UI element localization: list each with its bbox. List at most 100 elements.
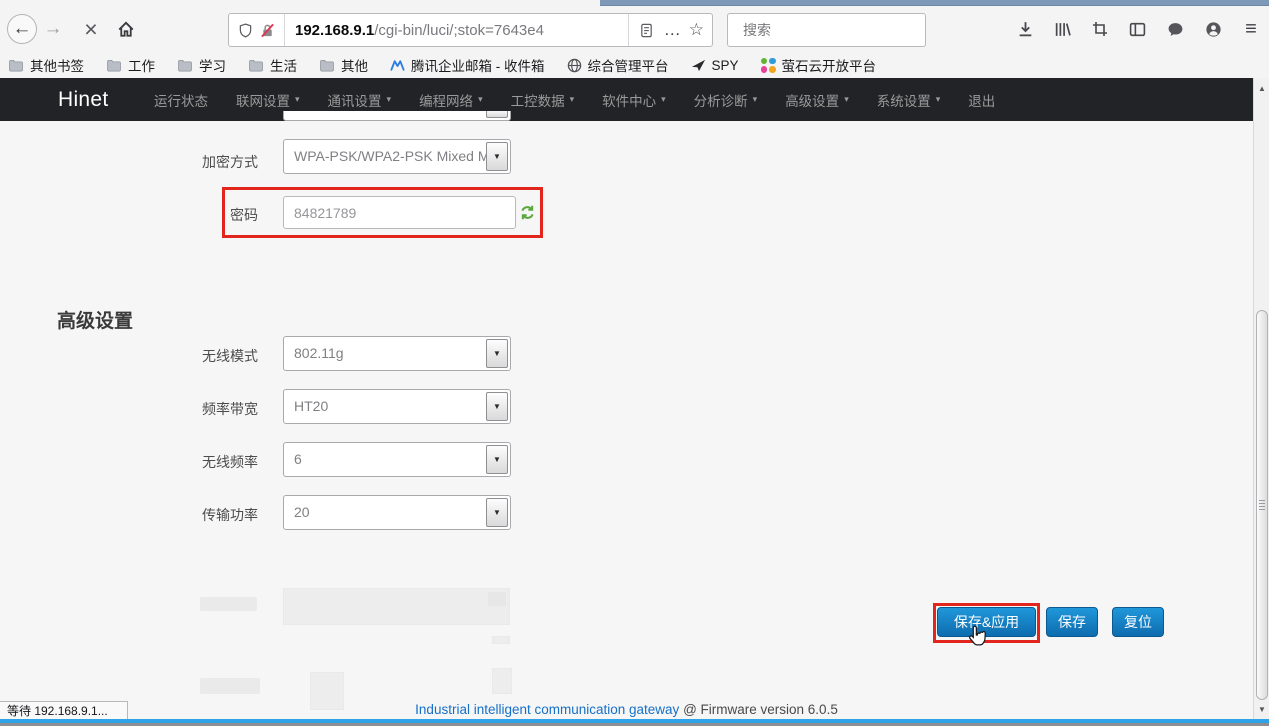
nav-item-status[interactable]: 运行状态 xyxy=(140,90,222,110)
crop-icon xyxy=(1092,21,1108,37)
dropdown-arrow-icon: ▼ xyxy=(493,403,501,411)
site-identity-box[interactable] xyxy=(229,14,285,46)
library-button[interactable] xyxy=(1050,16,1076,42)
download-icon xyxy=(1017,21,1034,38)
brand-logo[interactable]: Hinet xyxy=(58,78,109,121)
footer-firmware-text: @ Firmware version 6.0.5 xyxy=(683,702,838,717)
bookmark-folder-life[interactable]: 生活 xyxy=(248,55,297,75)
nav-item-logout[interactable]: 退出 xyxy=(954,90,1009,110)
nav-item-industrial-data[interactable]: 工控数据▾ xyxy=(497,90,589,110)
generate-password-button[interactable] xyxy=(519,204,536,226)
select-arrow-button[interactable]: ▼ xyxy=(486,498,508,527)
messages-button[interactable] xyxy=(1163,16,1189,42)
bandwidth-label: 频率带宽 xyxy=(138,399,258,419)
nav-item-system-settings[interactable]: 系统设置▾ xyxy=(863,90,955,110)
menu-button[interactable]: ≡ xyxy=(1238,16,1264,42)
scrollbar-thumb[interactable] xyxy=(1256,310,1268,700)
ghost-label xyxy=(200,678,260,694)
search-bar[interactable] xyxy=(727,13,926,47)
url-host: 192.168.9.1 xyxy=(295,22,374,39)
scroll-up-arrow[interactable]: ▲ xyxy=(1254,81,1269,95)
nav-item-software-center[interactable]: 软件中心▾ xyxy=(588,90,680,110)
globe-icon xyxy=(567,58,582,73)
url-text[interactable]: 192.168.9.1/cgi-bin/luci/;stok=7643e4 xyxy=(285,22,628,39)
url-path: /cgi-bin/luci/;stok=7643e4 xyxy=(374,22,544,39)
clipped-select[interactable] xyxy=(283,111,511,121)
save-apply-button[interactable]: 保存&应用 xyxy=(937,607,1036,637)
nav-item-network-settings[interactable]: 联网设置▾ xyxy=(222,90,314,110)
ghost-fragment xyxy=(492,636,510,644)
nav-item-comm-settings[interactable]: 通讯设置▾ xyxy=(314,90,406,110)
sidebar-button[interactable] xyxy=(1125,16,1151,42)
reader-mode-icon[interactable] xyxy=(637,23,656,38)
forward-button[interactable]: → xyxy=(38,14,68,44)
scroll-down-arrow[interactable]: ▼ xyxy=(1254,702,1269,716)
bookmark-folder-work[interactable]: 工作 xyxy=(106,55,155,75)
select-arrow-button[interactable]: ▼ xyxy=(486,392,508,421)
password-label: 密码 xyxy=(138,205,258,225)
caret-down-icon: ▾ xyxy=(936,94,941,105)
page-actions-menu-icon[interactable]: … xyxy=(660,25,685,35)
downloads-button[interactable] xyxy=(1012,16,1038,42)
folder-icon xyxy=(106,59,122,72)
nav-item-programming-network[interactable]: 编程网络▾ xyxy=(405,90,497,110)
site-nav-items: 运行状态 联网设置▾ 通讯设置▾ 编程网络▾ 工控数据▾ 软件中心▾ 分析诊断▾… xyxy=(140,78,1009,121)
sidebar-icon xyxy=(1129,21,1146,38)
home-button[interactable] xyxy=(111,14,141,44)
bookmark-spy[interactable]: SPY xyxy=(691,58,739,73)
refresh-icon xyxy=(519,204,536,221)
tracking-shield-icon xyxy=(238,23,253,38)
account-button[interactable] xyxy=(1200,16,1226,42)
folder-icon xyxy=(319,59,335,72)
folder-icon xyxy=(8,59,24,72)
nav-item-advanced-settings[interactable]: 高级设置▾ xyxy=(771,90,863,110)
select-arrow-button[interactable]: ▼ xyxy=(486,339,508,368)
caret-down-icon: ▾ xyxy=(753,94,758,105)
footer-link[interactable]: Industrial intelligent communication gat… xyxy=(415,702,679,717)
toolbar-right-icons: ≡ xyxy=(1012,14,1264,44)
bookmark-ezviz-platform[interactable]: 萤石云开放平台 xyxy=(761,55,877,75)
forward-arrow-icon: → xyxy=(44,18,63,40)
bookmark-tencent-mail[interactable]: 腾讯企业邮箱 - 收件箱 xyxy=(390,55,545,75)
bookmark-folder-other-bookmarks[interactable]: 其他书签 xyxy=(8,55,84,75)
vertical-scrollbar[interactable]: ▲ ▼ xyxy=(1253,78,1269,719)
password-input[interactable] xyxy=(283,196,516,229)
stop-button[interactable]: × xyxy=(76,14,106,44)
search-input[interactable] xyxy=(743,22,924,38)
tx-power-select[interactable]: 20▼ xyxy=(283,495,511,530)
bookmark-folder-study[interactable]: 学习 xyxy=(177,55,226,75)
wireless-mode-label: 无线模式 xyxy=(138,346,258,366)
bookmark-star-icon[interactable]: ☆ xyxy=(689,20,704,40)
tencent-mail-icon xyxy=(390,58,405,73)
page-actions: … ☆ xyxy=(628,14,712,46)
back-button[interactable]: ← xyxy=(7,14,37,44)
bookmark-management-platform[interactable]: 综合管理平台 xyxy=(567,55,669,75)
bookmarks-bar: 其他书签 工作 学习 生活 其他 腾讯企业邮箱 - 收件箱 综合管理平台 SPY… xyxy=(0,52,1269,78)
url-bar[interactable]: 192.168.9.1/cgi-bin/luci/;stok=7643e4 … … xyxy=(228,13,713,47)
ghost-select xyxy=(283,588,510,625)
caret-down-icon: ▾ xyxy=(844,94,849,105)
hamburger-icon: ≡ xyxy=(1245,18,1257,41)
wireless-mode-select[interactable]: 802.11g▼ xyxy=(283,336,511,371)
bandwidth-select[interactable]: HT20▼ xyxy=(283,389,511,424)
select-arrow-button[interactable]: ▼ xyxy=(486,142,508,171)
encryption-label: 加密方式 xyxy=(138,152,258,172)
section-title-advanced: 高级设置 xyxy=(57,306,133,333)
reset-button[interactable]: 复位 xyxy=(1112,607,1164,637)
channel-select[interactable]: 6▼ xyxy=(283,442,511,477)
dropdown-arrow-icon: ▼ xyxy=(493,350,501,358)
channel-label: 无线频率 xyxy=(138,452,258,472)
dropdown-arrow-icon: ▼ xyxy=(493,509,501,517)
tx-power-label: 传输功率 xyxy=(138,505,258,525)
ghost-label xyxy=(200,597,257,611)
back-arrow-icon: ← xyxy=(13,18,32,40)
bookmark-folder-misc[interactable]: 其他 xyxy=(319,55,368,75)
save-button[interactable]: 保存 xyxy=(1046,607,1098,637)
screenshot-button[interactable] xyxy=(1087,16,1113,42)
folder-icon xyxy=(177,59,193,72)
select-arrow-button[interactable]: ▼ xyxy=(486,445,508,474)
caret-down-icon: ▾ xyxy=(570,94,575,105)
nav-item-diagnostics[interactable]: 分析诊断▾ xyxy=(680,90,772,110)
insecure-lock-icon xyxy=(260,23,275,38)
encryption-select[interactable]: WPA-PSK/WPA2-PSK Mixed Mo▼ xyxy=(283,139,511,174)
